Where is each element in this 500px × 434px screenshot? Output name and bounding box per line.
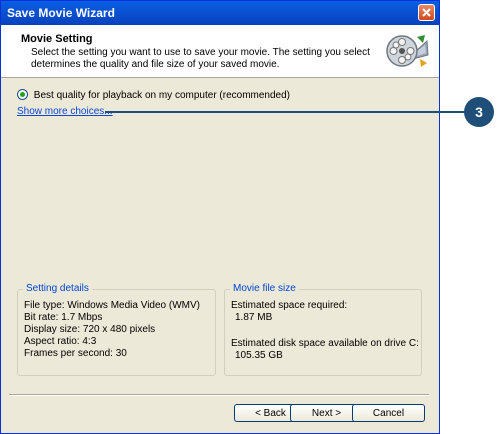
disk-space-value: 105.35 GB: [235, 350, 283, 361]
show-more-choices-link[interactable]: Show more choices...: [17, 106, 113, 117]
frames-per-second: Frames per second: 30: [24, 348, 127, 359]
radio-button[interactable]: [17, 89, 28, 100]
window-title: Save Movie Wizard: [7, 6, 115, 20]
setting-details-title: Setting details: [23, 283, 92, 294]
page-description: Select the setting you want to use to sa…: [31, 47, 370, 70]
close-icon: [422, 8, 431, 17]
space-required-value: 1.87 MB: [235, 312, 273, 323]
bit-rate: Bit rate: 1.7 Mbps: [24, 312, 103, 323]
disk-space-label: Estimated disk space available on drive …: [231, 338, 419, 349]
setting-details-group: Setting details File type: Windows Media…: [17, 283, 216, 376]
wizard-header: Movie Setting Select the setting you wan…: [1, 25, 439, 78]
close-button[interactable]: [418, 4, 435, 21]
title-bar[interactable]: Save Movie Wizard: [1, 1, 439, 25]
callout-number-badge: 3: [464, 97, 494, 127]
movie-file-size-title: Movie file size: [230, 283, 299, 294]
save-movie-wizard-window: Save Movie Wizard Movie Setting Select t…: [0, 0, 440, 434]
space-required-label: Estimated space required:: [231, 300, 348, 311]
cancel-button[interactable]: Cancel: [352, 404, 425, 422]
film-reel-icon: [386, 35, 429, 67]
display-size: Display size: 720 x 480 pixels: [24, 324, 156, 335]
file-type: File type: Windows Media Video (WMV): [24, 300, 200, 311]
button-separator: [9, 394, 429, 396]
quality-option-label: Best quality for playback on my computer…: [33, 90, 291, 101]
movie-file-size-group: Movie file size Estimated space required…: [224, 283, 422, 376]
page-title: Movie Setting: [21, 33, 93, 45]
callout-line: [105, 111, 475, 113]
quality-option[interactable]: Best quality for playback on my computer…: [17, 89, 290, 101]
aspect-ratio: Aspect ratio: 4:3: [24, 336, 97, 347]
